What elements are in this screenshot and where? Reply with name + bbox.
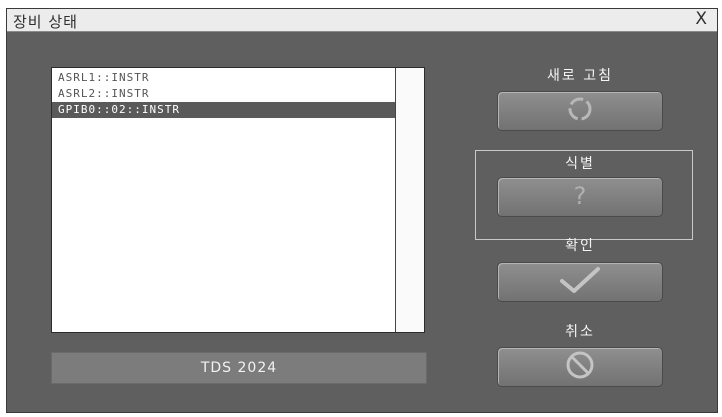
model-text: TDS 2024 <box>200 360 278 376</box>
prohibited-icon <box>564 349 596 385</box>
cancel-label: 취소 <box>565 324 595 340</box>
svg-text:?: ? <box>574 182 587 210</box>
refresh-button[interactable] <box>497 91 663 131</box>
identify-label: 식별 <box>565 156 595 172</box>
list-item[interactable]: ASRL1::INSTR <box>52 70 420 86</box>
model-display: TDS 2024 <box>51 352 427 384</box>
list-item[interactable]: ASRL2::INSTR <box>52 86 420 102</box>
identify-button[interactable]: ? <box>497 177 663 217</box>
list-scrollbar[interactable] <box>395 68 424 332</box>
refresh-icon <box>565 94 595 128</box>
title-bar: 장비 상태 X <box>7 9 717 32</box>
device-status-window: 장비 상태 X ASRL1::INSTR ASRL2::INSTR GPIB0:… <box>6 8 718 413</box>
cancel-button[interactable] <box>497 347 663 387</box>
ok-button[interactable] <box>497 262 663 302</box>
question-mark-icon: ? <box>568 180 592 214</box>
checkmark-icon <box>558 265 602 299</box>
refresh-label: 새로 고침 <box>547 68 613 84</box>
list-item-selected[interactable]: GPIB0::02::INSTR <box>52 102 420 118</box>
window-title: 장비 상태 <box>13 13 78 31</box>
close-button[interactable]: X <box>695 9 707 29</box>
ok-label: 확인 <box>565 238 595 254</box>
device-list[interactable]: ASRL1::INSTR ASRL2::INSTR GPIB0::02::INS… <box>51 67 425 333</box>
